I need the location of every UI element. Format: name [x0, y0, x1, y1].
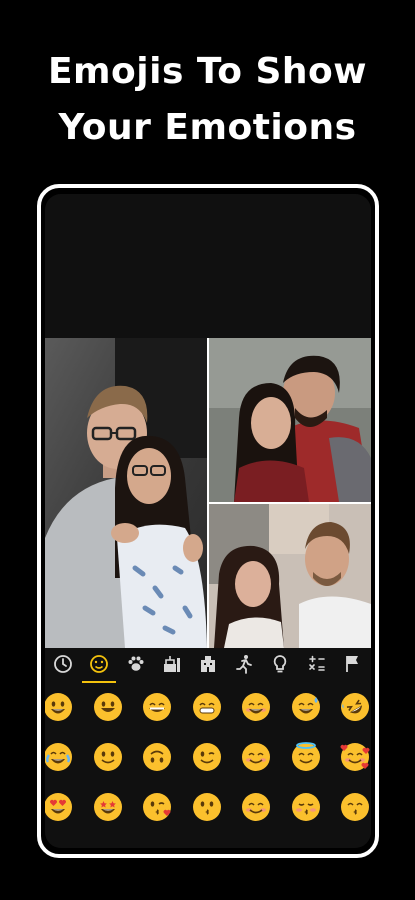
symbols-icon[interactable] [305, 652, 329, 676]
headline-line-2: Your Emotions [58, 107, 357, 148]
emoji-slight-smile[interactable] [93, 742, 123, 772]
emoji-wink[interactable] [192, 742, 222, 772]
paw-icon[interactable] [124, 652, 148, 676]
food-icon[interactable] [160, 652, 184, 676]
emoji-star-struck[interactable] [93, 792, 123, 822]
photo-couple-smile[interactable] [209, 504, 371, 648]
emoji-kissing-smiling-eyes[interactable] [340, 792, 370, 822]
headline: Emojis To Show Your Emotions [0, 44, 415, 156]
emoji-sweat-smile[interactable] [291, 692, 321, 722]
photo-couple-kiss[interactable] [209, 338, 371, 502]
emoji-grinning[interactable] [45, 692, 73, 722]
emoji-upside-down[interactable] [142, 742, 172, 772]
emoji-rolling-laughing[interactable] [340, 692, 370, 722]
emoji-kissing[interactable] [192, 792, 222, 822]
running-person-icon[interactable] [232, 652, 256, 676]
recent-clock-icon[interactable] [51, 652, 75, 676]
smiley-icon[interactable] [87, 652, 111, 676]
emoji-heart-eyes[interactable] [45, 792, 73, 822]
emoji-smiling-blush[interactable] [241, 742, 271, 772]
emoji-grid [45, 692, 371, 848]
chat-area [45, 194, 371, 338]
emoji-kiss-heart[interactable] [142, 792, 172, 822]
flag-icon[interactable] [341, 652, 365, 676]
lightbulb-icon[interactable] [268, 652, 292, 676]
emoji-kissing-closed-eyes[interactable] [291, 792, 321, 822]
selected-tab-indicator [82, 681, 117, 683]
emoji-relaxed[interactable] [241, 792, 271, 822]
emoji-smiley[interactable] [93, 692, 123, 722]
photo-collage [45, 338, 371, 648]
emoji-smiling-hearts[interactable] [340, 742, 370, 772]
emoji-category-tabs [45, 648, 371, 683]
emoji-halo[interactable] [291, 742, 321, 772]
photo-couple-hug[interactable] [45, 338, 207, 648]
phone-screen [45, 194, 371, 848]
emoji-joy[interactable] [45, 742, 73, 772]
emoji-beaming[interactable] [192, 692, 222, 722]
phone-frame [37, 184, 379, 858]
emoji-keyboard [45, 648, 371, 848]
building-icon[interactable] [196, 652, 220, 676]
emoji-grin-wide[interactable] [142, 692, 172, 722]
headline-line-1: Emojis To Show [47, 51, 368, 92]
emoji-laughing-smile[interactable] [241, 692, 271, 722]
